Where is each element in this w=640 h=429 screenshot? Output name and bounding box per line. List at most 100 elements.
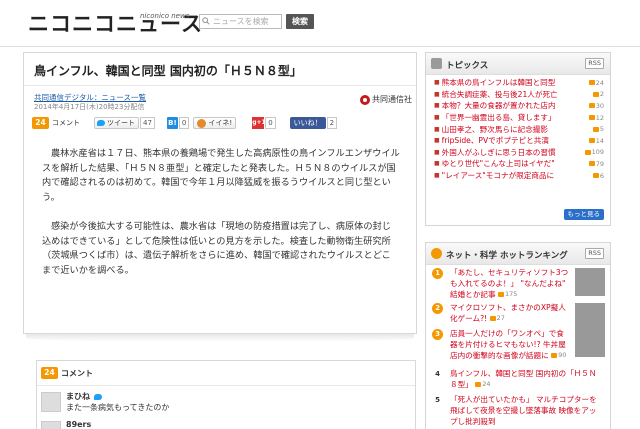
tweet-button[interactable]: ツイート	[94, 117, 139, 129]
topic-item[interactable]: ■ 熊本県の鳥インフルは韓国と同型 24	[434, 77, 604, 89]
bullet-icon: ■	[434, 148, 440, 156]
comment-label[interactable]: コメント	[52, 118, 80, 128]
facebook-like-count: 2	[326, 117, 338, 129]
ranking-item[interactable]: 2 マイクロソフト、まさかのXP擬人化ゲーム?! 27	[426, 302, 610, 331]
ranking-item[interactable]: 3 店員一人だけの「ワンオペ」で食器を片付けるヒマもない!? 牛丼屋店内の衝撃的…	[426, 328, 610, 368]
article-paragraph: 農林水産省は１７日、熊本県の養鶏場で発生した高病原性の鳥インフルエンザウイルスを…	[42, 148, 400, 203]
ranking-text: 「死人が出ていたかも」 マルチコプターを飛ばして夜景を空撮し墜落事故 映像をアッ…	[450, 395, 597, 426]
search-placeholder: ニュースを検索	[213, 17, 269, 26]
ranking-title: ネット・科学 ホットランキング	[446, 251, 568, 261]
ranking-item[interactable]: 5 「死人が出ていたかも」 マルチコプターを飛ばして夜景を空撮し墜落事故 映像を…	[426, 394, 610, 429]
avatar[interactable]	[41, 421, 61, 429]
article-panel: 鳥インフル、韓国と同型 国内初の「Ｈ５Ｎ８型」 共同通信デジタル：ニュース一覧 …	[23, 52, 417, 334]
bullet-icon: ■	[434, 90, 440, 98]
google-plus-count: 0	[265, 117, 276, 129]
comment-bubble-icon	[588, 80, 595, 86]
mixi-button[interactable]: イイネ!	[193, 117, 237, 129]
comment-item: まひね また一条病気もってきたのか	[41, 390, 411, 416]
ranking-icon	[431, 248, 442, 259]
topic-item[interactable]: ■ ゆとり世代"こんな上司はイヤだ" 79	[434, 158, 604, 170]
ranking-thumbnail[interactable]	[575, 329, 605, 357]
mixi-label: イイネ!	[208, 119, 233, 127]
ranking-panel: ネット・科学 ホットランキング RSS 1 「あたし、セキュリティソフト3つも入…	[425, 242, 611, 429]
publisher-name: 共同通信社	[372, 95, 412, 104]
comment-username: 89ers	[66, 420, 92, 429]
comments-title: コメント	[61, 368, 93, 378]
facebook-like-button[interactable]: いいね！	[289, 117, 326, 129]
ranking-thumbnail[interactable]	[575, 268, 605, 296]
rank-number: 1	[432, 268, 443, 279]
ranking-thumbnail[interactable]	[575, 303, 605, 331]
ranking-text: 店員一人だけの「ワンオペ」で食器を片付けるヒマもない!? 牛丼屋店内の衝撃的な画…	[450, 329, 566, 360]
ranking-header: ネット・科学 ホットランキング RSS	[426, 243, 610, 265]
topic-item[interactable]: ■ 外国人がふしぎに思う日本の習慣 109	[434, 147, 604, 159]
ranking-text: マイクロソフト、まさかのXP擬人化ゲーム?!	[450, 303, 566, 323]
comment-bubble-icon	[588, 103, 595, 109]
comment-user[interactable]: 89ers	[66, 420, 91, 429]
comment-count-badge[interactable]: 24	[32, 117, 49, 129]
comment-bubble-icon	[489, 316, 496, 321]
logo-subtext: niconico news	[140, 12, 190, 20]
article-timestamp: 2014年4月17日(木)20時23分配信	[34, 103, 145, 111]
rss-button[interactable]: RSS	[585, 248, 604, 259]
comment-user[interactable]: まひね	[66, 391, 102, 402]
comment-item: 89ers	[41, 419, 411, 429]
article-paragraph: 感染が今後拡大する可能性は、農水省は「現地の防疫措置は完了し、病原体の封じ込めは…	[42, 220, 391, 276]
topics-title: トピックス	[446, 61, 489, 71]
rank-number: 2	[432, 303, 443, 314]
panel-shadow	[26, 334, 414, 342]
more-topics-button[interactable]: もっと見る	[563, 209, 604, 220]
topic-item[interactable]: ■ 「世界一幽霊出る島、貸します」 12	[434, 112, 604, 124]
ranking-item[interactable]: 4 鳥インフル、韓国と同型 国内初の「Ｈ５Ｎ８型」 24	[426, 368, 610, 394]
comment-bubble-icon	[592, 91, 599, 97]
publisher-logo-icon	[360, 94, 370, 105]
hatena-bookmark-button[interactable]: B!	[166, 117, 178, 129]
article-body: 農林水産省は１７日、熊本県の養鶏場で発生した高病原性の鳥インフルエンザウイルスを…	[42, 147, 400, 293]
topic-item[interactable]: ■ 本物？大量の食器が置かれた店内 30	[434, 100, 604, 112]
bullet-icon: ■	[434, 125, 440, 133]
topics-header: トピックス RSS	[426, 53, 610, 75]
tweet-count: 47	[140, 117, 155, 129]
search-button[interactable]: 検索	[286, 14, 314, 29]
comment-bubble-icon	[588, 115, 595, 121]
publisher[interactable]: 共同通信社	[360, 94, 412, 105]
rank-number: 3	[432, 329, 443, 340]
share-bar: 24 コメント ツイート 47 B! 0 イイネ! g+1 0 いいね！ 2	[32, 116, 338, 130]
topic-item[interactable]: ■ "レイアース"モコナが限定商品に 6	[434, 170, 604, 182]
tweet-label: ツイート	[107, 119, 135, 127]
bullet-icon: ■	[434, 137, 440, 145]
bullet-icon: ■	[434, 102, 440, 110]
twitter-icon	[97, 120, 105, 126]
comment-username: まひね	[66, 392, 90, 401]
topic-item[interactable]: ■ 統合失調症薬、投与後21人が死亡 2	[434, 89, 604, 101]
comment-bubble-icon	[497, 292, 504, 297]
comment-bubble-icon	[584, 149, 591, 155]
google-plus-button[interactable]: g+1	[252, 117, 266, 129]
site-header: ニコニコニュース niconico news ニュースを検索 検索	[0, 0, 640, 47]
ranking-item[interactable]: 1 「あたし、セキュリティソフト3つも入れてるのよ！」 "なんだよね" 結婚とか…	[426, 267, 610, 302]
mixi-icon	[197, 118, 207, 128]
topic-item[interactable]: ■ 山田孝之、野次馬らに記念撮影 5	[434, 123, 604, 135]
comments-count-badge: 24	[41, 367, 58, 379]
comments-header: 24 コメント	[41, 367, 93, 379]
comment-bubble-icon	[588, 138, 595, 144]
title-divider	[24, 85, 416, 86]
rank-number: 5	[435, 396, 440, 404]
search-icon	[202, 17, 210, 25]
header-divider	[0, 46, 640, 47]
ranking-text: 鳥インフル、韓国と同型 国内初の「Ｈ５Ｎ８型」	[450, 369, 597, 389]
rank-number: 4	[435, 370, 440, 378]
comment-bubble-icon	[551, 353, 558, 358]
comments-panel: 24 コメント まひね また一条病気もってきたのか 89ers	[36, 360, 416, 429]
rss-button[interactable]: RSS	[585, 58, 604, 69]
twitter-icon	[94, 393, 102, 400]
hatena-count: 0	[178, 117, 190, 129]
avatar[interactable]	[41, 392, 61, 412]
bullet-icon: ■	[434, 79, 440, 87]
comment-bubble-icon	[592, 126, 599, 132]
search-input[interactable]: ニュースを検索	[199, 14, 282, 29]
comment-bubble-icon	[475, 382, 482, 387]
topics-icon	[431, 58, 442, 69]
site-logo[interactable]: ニコニコニュース niconico news	[28, 12, 203, 36]
topic-item[interactable]: ■ fripSide、PVでポプテピと共演 14	[434, 135, 604, 147]
